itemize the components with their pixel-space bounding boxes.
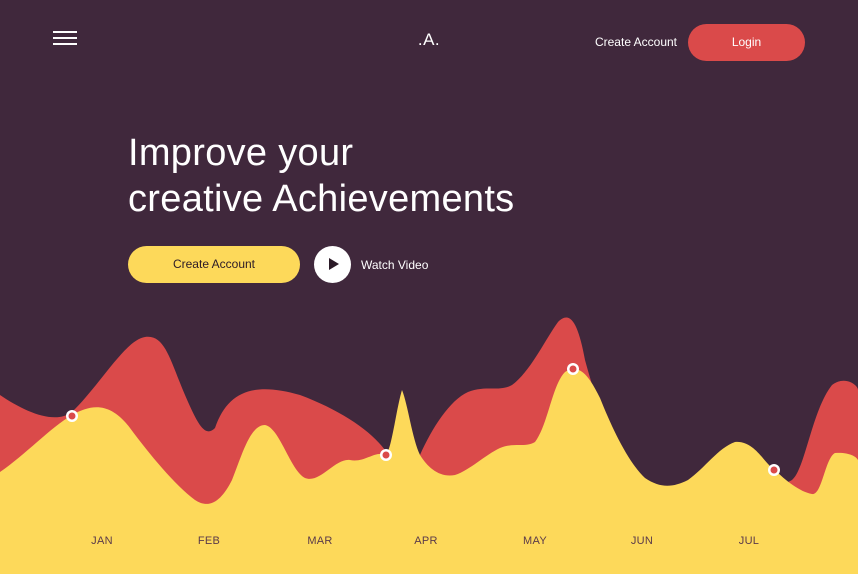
month-label-jan: JAN [91,535,113,547]
menu-line [53,43,77,45]
chart-point-marker-center [770,466,778,474]
login-button[interactable]: Login [688,24,805,61]
watch-video-label[interactable]: Watch Video [361,258,428,272]
month-label-feb: FEB [198,535,220,547]
month-label-may: MAY [523,535,547,547]
hamburger-menu-icon[interactable] [53,31,77,47]
hero-headline: Improve your creative Achievements [128,130,515,222]
headline-line-2: creative Achievements [128,178,515,220]
achievement-area-chart: JAN FEB MAR APR MAY JUN JUL [0,317,858,574]
month-label-jul: JUL [739,535,759,547]
logo[interactable]: .A. [418,30,440,49]
menu-line [53,37,77,39]
nav-create-account-link[interactable]: Create Account [588,35,684,49]
month-label-apr: APR [414,535,438,547]
chart-point-marker-center [382,451,390,459]
menu-line [53,31,77,33]
watch-video-play-button[interactable] [314,246,351,283]
play-icon [329,258,339,270]
month-label-mar: MAR [307,535,332,547]
headline-line-1: Improve your [128,132,354,174]
month-label-jun: JUN [631,535,653,547]
chart-point-marker-center [569,365,577,373]
chart-point-marker-center [68,412,76,420]
hero-create-account-button[interactable]: Create Account [128,246,300,283]
